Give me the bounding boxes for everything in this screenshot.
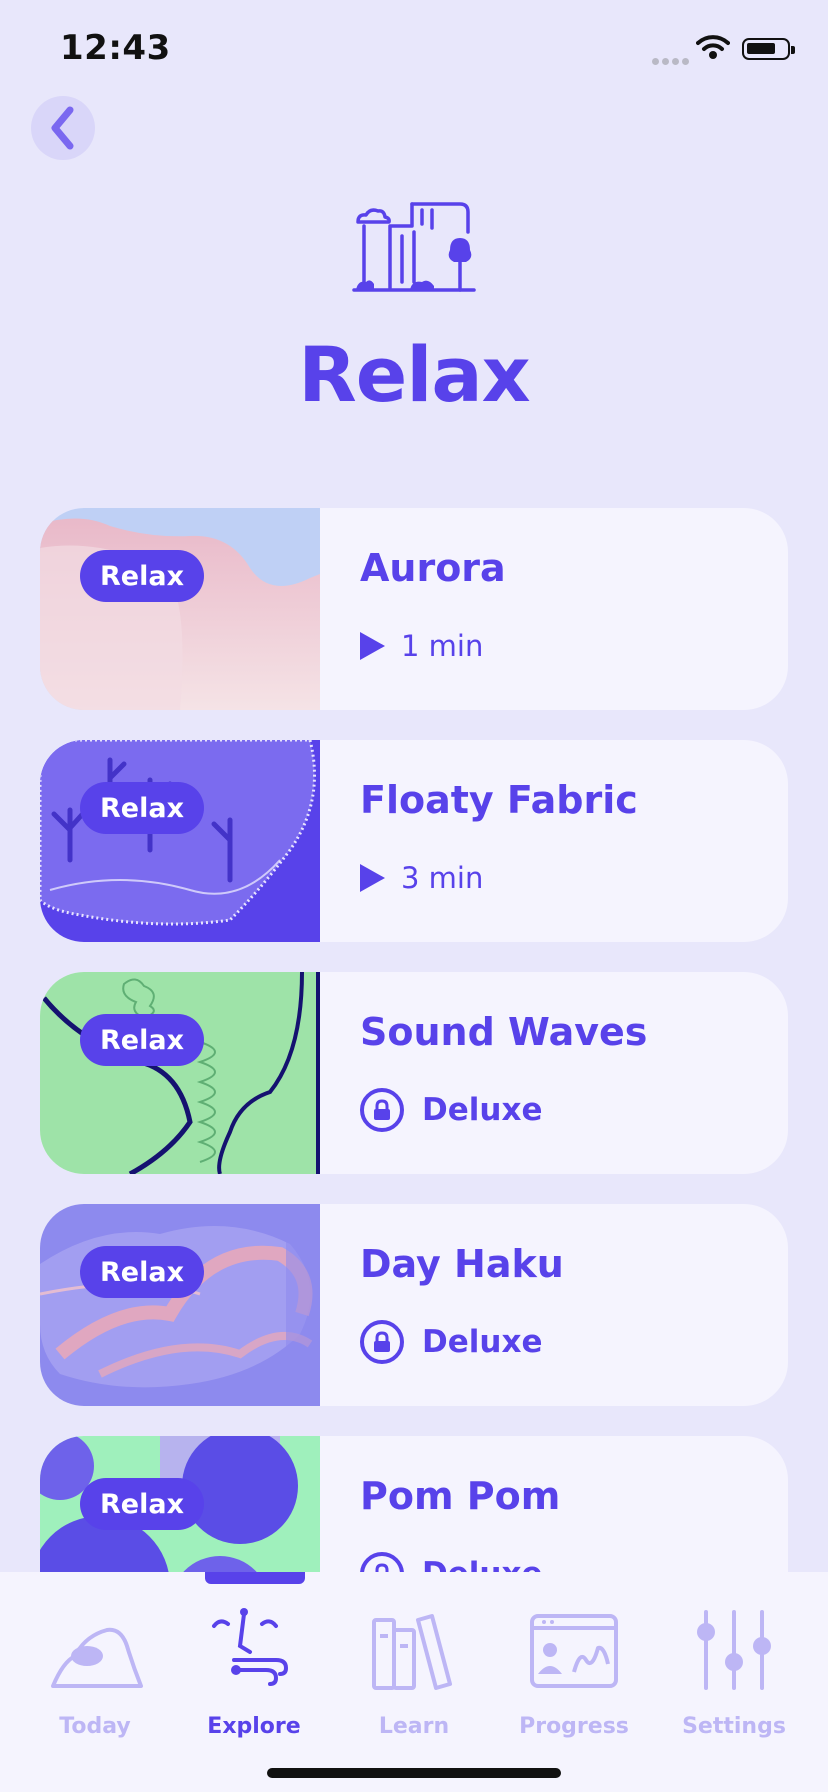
sliders-icon: [697, 1610, 771, 1690]
tab-learn[interactable]: Learn: [334, 1592, 494, 1742]
session-title: Pom Pom: [360, 1474, 561, 1518]
session-thumbnail: Relax: [40, 740, 320, 942]
waterfall-icon: [352, 202, 476, 292]
category-tag: Relax: [80, 550, 204, 602]
session-title: Day Haku: [360, 1242, 564, 1286]
session-duration: 1 min: [401, 629, 484, 663]
explore-figure-icon: [212, 1608, 289, 1686]
session-card-sound-waves[interactable]: Relax Sound Waves Deluxe: [40, 972, 788, 1174]
session-meta: Deluxe: [360, 1084, 542, 1136]
session-thumbnail: Relax: [40, 972, 320, 1174]
progress-picture-icon: [530, 1614, 618, 1688]
session-card-aurora[interactable]: Relax Aurora 1 min: [40, 508, 788, 710]
session-duration: 3 min: [401, 861, 484, 895]
tab-today[interactable]: Today: [15, 1592, 175, 1742]
session-card-floaty-fabric[interactable]: Relax Floaty Fabric 3 min: [40, 740, 788, 942]
status-bar: 12:43: [0, 0, 828, 100]
session-card-day-haku[interactable]: Relax Day Haku Deluxe: [40, 1204, 788, 1406]
tab-settings[interactable]: Settings: [654, 1592, 814, 1742]
lock-icon: [360, 1088, 404, 1132]
battery-icon: [742, 38, 795, 60]
deluxe-badge: Deluxe: [422, 1324, 543, 1360]
session-meta: 1 min: [360, 620, 483, 672]
status-time: 12:43: [60, 28, 171, 68]
lock-icon: [360, 1552, 404, 1572]
lock-icon: [360, 1320, 404, 1364]
session-title: Floaty Fabric: [360, 778, 638, 822]
play-icon: [360, 632, 385, 660]
active-tab-indicator: [205, 1572, 305, 1584]
tab-label: Explore: [207, 1714, 301, 1739]
category-tag: Relax: [80, 782, 204, 834]
chevron-left-icon: [51, 106, 74, 150]
session-meta: Deluxe: [360, 1548, 542, 1572]
page-title: Relax: [298, 330, 530, 419]
deluxe-badge: Deluxe: [422, 1092, 543, 1128]
session-thumbnail: Relax: [40, 508, 320, 710]
session-meta: 3 min: [360, 852, 483, 904]
deluxe-badge: Deluxe: [422, 1556, 542, 1572]
session-list[interactable]: Relax Aurora 1 min Relax Floaty Fabric 3…: [40, 508, 788, 1572]
tab-explore[interactable]: Explore: [174, 1592, 334, 1742]
cellular-signal-icon: [652, 50, 692, 69]
tab-label: Today: [59, 1714, 131, 1739]
session-card-pom-pom[interactable]: Relax Pom Pom Deluxe: [40, 1436, 788, 1572]
tab-label: Settings: [682, 1714, 786, 1739]
home-indicator: [267, 1768, 561, 1778]
session-title: Aurora: [360, 546, 506, 590]
category-tag: Relax: [80, 1478, 204, 1530]
hills-icon: [51, 1627, 143, 1688]
session-thumbnail: Relax: [40, 1204, 320, 1406]
session-title: Sound Waves: [360, 1010, 648, 1054]
category-tag: Relax: [80, 1246, 204, 1298]
session-thumbnail: Relax: [40, 1436, 320, 1572]
category-tag: Relax: [80, 1014, 204, 1066]
tab-bar: Today Explore Learn Progress Settings: [0, 1572, 828, 1792]
tab-label: Learn: [378, 1714, 450, 1739]
books-icon: [372, 1614, 452, 1690]
session-meta: Deluxe: [360, 1316, 542, 1368]
wifi-icon: [696, 35, 730, 59]
tab-progress[interactable]: Progress: [494, 1592, 654, 1742]
back-button[interactable]: [31, 96, 95, 160]
play-icon: [360, 864, 385, 892]
tab-label: Progress: [519, 1714, 629, 1739]
